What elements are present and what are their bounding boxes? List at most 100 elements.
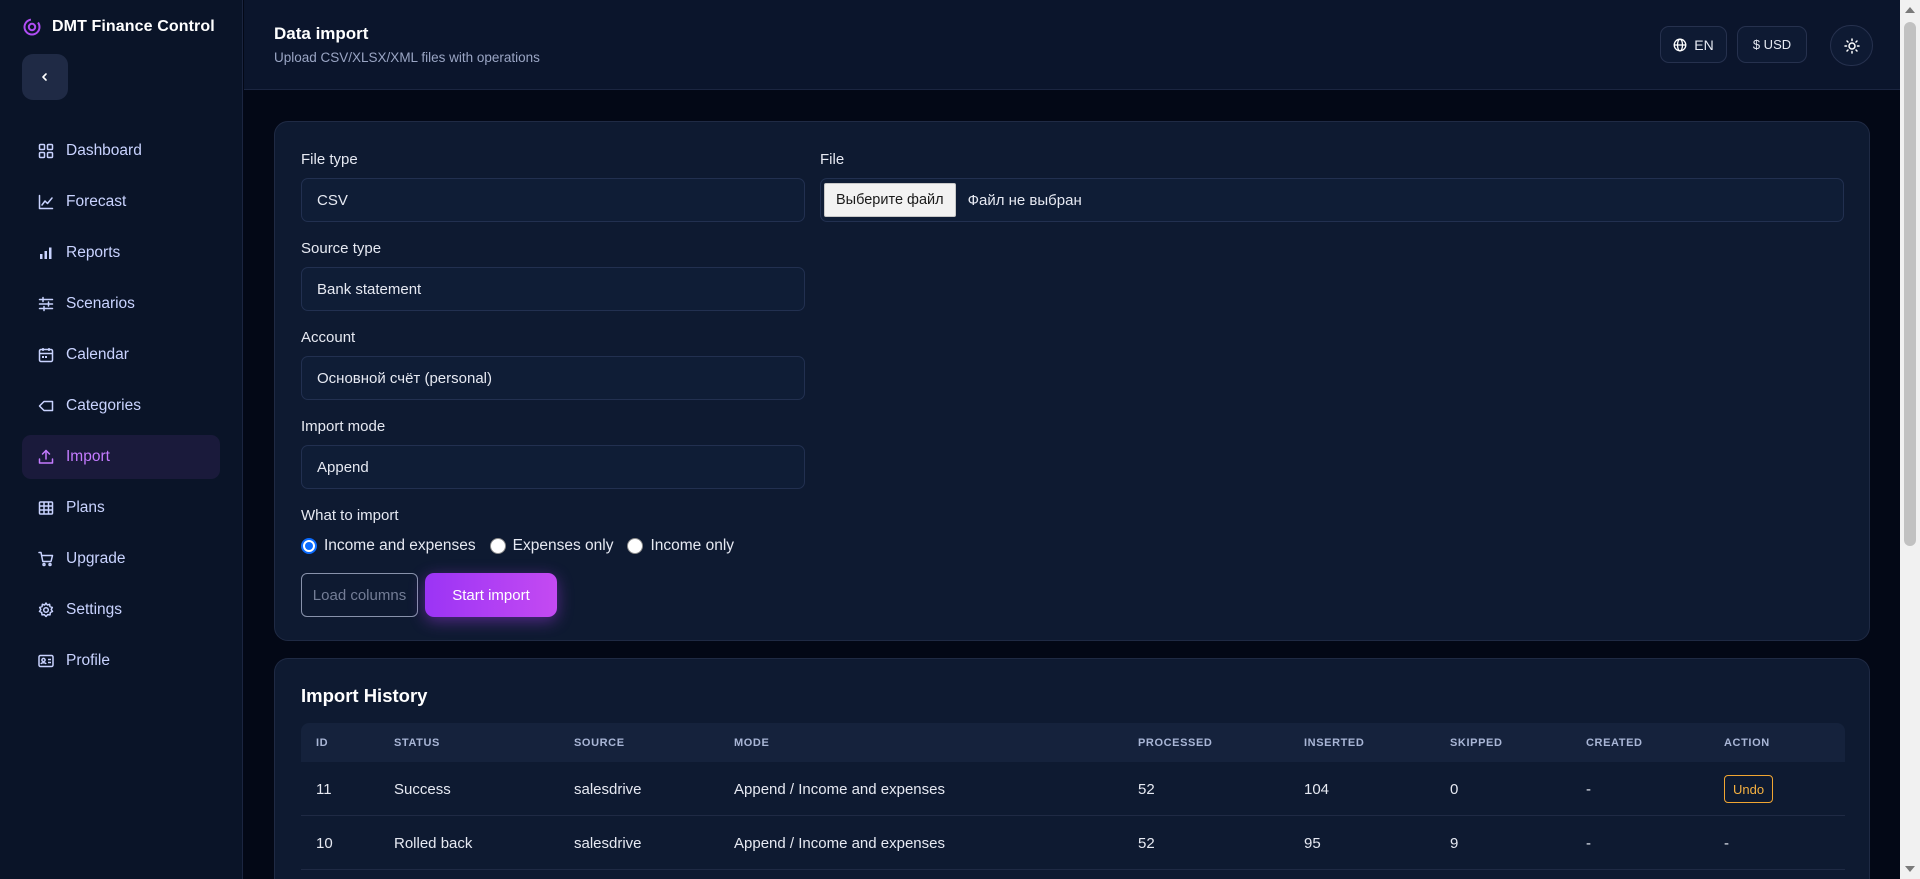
column-header-skipped: SKIPPED — [1450, 737, 1503, 749]
sidebar-nav: Dashboard Forecast Reports Scenarios Cal… — [22, 129, 220, 690]
sidebar-item-dashboard[interactable]: Dashboard — [22, 129, 220, 173]
source-type-label: Source type — [301, 240, 382, 257]
cell-action: - — [1724, 835, 1729, 852]
cell-processed: 52 — [1138, 781, 1155, 798]
account-select[interactable]: Основной счёт (personal) — [301, 356, 805, 400]
brand[interactable]: DMT Finance Control — [22, 16, 215, 38]
column-header-action: ACTION — [1724, 737, 1770, 749]
globe-icon — [1673, 38, 1687, 51]
sidebar: DMT Finance Control Dashboard Forecast R… — [0, 0, 243, 879]
sidebar-item-label: Reports — [66, 244, 121, 261]
collapse-sidebar-button[interactable] — [22, 54, 68, 100]
currency-label: $ USD — [1752, 37, 1792, 52]
import-form-card: File type CSV File Выберите файл Файл не… — [274, 121, 1870, 641]
account-label: Account — [301, 329, 356, 346]
scroll-down-icon[interactable] — [1905, 866, 1915, 872]
radio-income-only[interactable]: Income only — [627, 537, 734, 555]
currency-button[interactable]: $ USD — [1737, 26, 1807, 63]
import-history-title: Import History — [301, 685, 428, 706]
sidebar-item-forecast[interactable]: Forecast — [22, 180, 220, 224]
column-header-id: ID — [316, 737, 329, 749]
radio-expenses-only[interactable]: Expenses only — [489, 537, 613, 555]
sidebar-item-label: Categories — [66, 397, 141, 414]
app-name: DMT Finance Control — [52, 18, 215, 35]
cell-id: 11 — [316, 781, 332, 798]
sidebar-item-profile[interactable]: Profile — [22, 639, 220, 683]
page-scrollbar[interactable] — [1900, 0, 1920, 879]
sidebar-item-upgrade[interactable]: Upgrade — [22, 537, 220, 581]
scrollbar-thumb[interactable] — [1904, 22, 1916, 546]
column-header-created: CREATED — [1586, 737, 1643, 749]
logo-icon — [23, 18, 41, 36]
cell-id: 10 — [316, 835, 333, 852]
account-value: Основной счёт (personal) — [317, 369, 492, 387]
column-header-inserted: INSERTED — [1304, 737, 1365, 749]
radio-button[interactable] — [301, 538, 317, 554]
sidebar-item-settings[interactable]: Settings — [22, 588, 220, 632]
file-status: Файл не выбран — [967, 191, 1082, 209]
sidebar-item-label: Import — [66, 448, 110, 465]
what-to-import-label: What to import — [301, 507, 399, 524]
file-label: File — [820, 151, 845, 168]
cell-source: salesdrive — [574, 781, 642, 798]
sidebar-item-label: Dashboard — [66, 142, 142, 159]
sidebar-item-label: Profile — [66, 652, 110, 669]
line-chart-icon — [38, 194, 54, 210]
sidebar-item-import[interactable]: Import — [22, 435, 220, 479]
radio-button[interactable] — [627, 538, 644, 554]
sidebar-item-reports[interactable]: Reports — [22, 231, 220, 275]
radio-income-and-expenses[interactable]: Income and expenses — [301, 537, 476, 555]
id-card-icon — [38, 654, 54, 668]
cell-inserted: 95 — [1304, 835, 1321, 852]
upload-icon — [38, 449, 54, 464]
theme-toggle-button[interactable] — [1830, 25, 1873, 66]
cell-created: - — [1586, 835, 1591, 852]
cell-skipped: 9 — [1450, 835, 1459, 852]
column-header-source: SOURCE — [574, 737, 625, 749]
table-row: 10 Rolled back salesdrive Append / Incom… — [301, 816, 1845, 870]
gear-icon — [38, 602, 54, 618]
grid-icon — [38, 143, 54, 159]
page-title: Data import — [274, 24, 369, 43]
file-type-value: CSV — [317, 191, 348, 209]
sun-icon — [1843, 37, 1860, 54]
cell-inserted: 104 — [1304, 781, 1330, 798]
cell-status: Success — [394, 781, 451, 798]
sidebar-item-label: Scenarios — [66, 295, 135, 312]
sidebar-item-label: Forecast — [66, 193, 127, 210]
source-type-select[interactable]: Bank statement — [301, 267, 805, 311]
radio-label: Income only — [650, 537, 735, 554]
calendar-icon — [38, 348, 54, 363]
cell-mode: Append / Income and expenses — [734, 835, 945, 852]
import-mode-value: Append — [317, 458, 369, 476]
language-label: EN — [1694, 36, 1714, 53]
import-history-card: Import History ID STATUS SOURCE MODE PRO… — [274, 658, 1870, 879]
table-icon — [38, 501, 54, 515]
sliders-icon — [38, 296, 54, 312]
load-columns-button[interactable]: Load columns — [301, 573, 418, 617]
radio-button[interactable] — [489, 538, 506, 554]
import-mode-label: Import mode — [301, 418, 386, 435]
scroll-up-icon[interactable] — [1905, 7, 1915, 13]
choose-file-button[interactable]: Выберите файл — [824, 183, 956, 217]
sidebar-item-label: Plans — [66, 499, 105, 516]
start-import-button[interactable]: Start import — [425, 573, 557, 617]
sidebar-item-label: Upgrade — [66, 550, 126, 567]
file-input[interactable]: Выберите файл Файл не выбран — [820, 178, 1844, 222]
cell-mode: Append / Income and expenses — [734, 781, 945, 798]
cell-status: Rolled back — [394, 835, 473, 852]
undo-button[interactable]: Undo — [1724, 775, 1774, 803]
sidebar-item-calendar[interactable]: Calendar — [22, 333, 220, 377]
import-mode-select[interactable]: Append — [301, 445, 805, 489]
file-type-select[interactable]: CSV — [301, 178, 805, 222]
sidebar-item-scenarios[interactable]: Scenarios — [22, 282, 220, 326]
sidebar-item-categories[interactable]: Categories — [22, 384, 220, 428]
sidebar-item-plans[interactable]: Plans — [22, 486, 220, 530]
sidebar-item-label: Settings — [66, 601, 123, 618]
cell-processed: 52 — [1138, 835, 1155, 852]
page-header: Data import Upload CSV/XLSX/XML files wi… — [244, 0, 1900, 90]
column-header-mode: MODE — [734, 737, 770, 749]
table-row: 11 Success salesdrive Append / Income an… — [301, 762, 1845, 816]
what-to-import-radio-group: Income and expenses Expenses only Income… — [301, 537, 748, 555]
language-button[interactable]: EN — [1660, 26, 1727, 63]
